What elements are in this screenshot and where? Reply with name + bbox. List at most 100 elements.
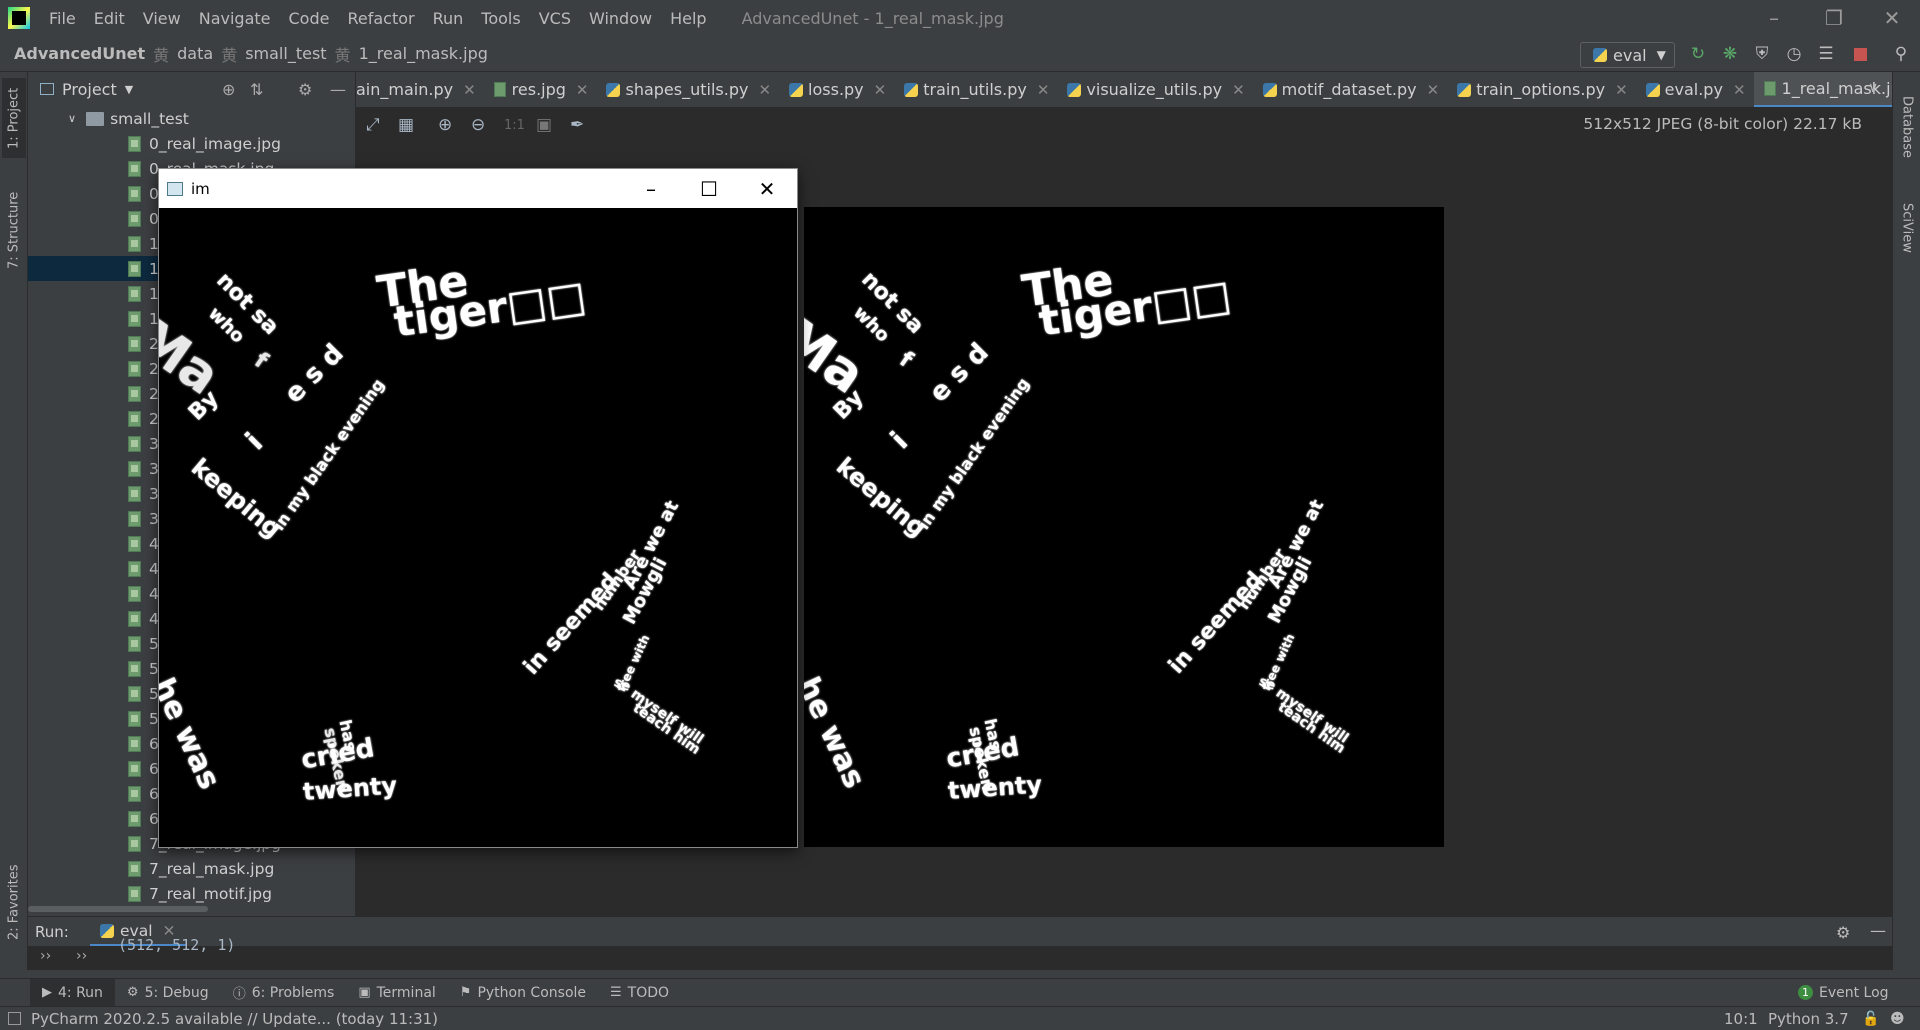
editor-tab[interactable]: ain_main.py ✕ — [356, 72, 484, 107]
caret-position[interactable]: 10:1 — [1724, 1010, 1758, 1028]
tree-file-label: 7_real_mask.jpg — [149, 859, 275, 878]
zoom-in-icon[interactable]: ⊕ — [438, 115, 452, 135]
close-tab-icon[interactable]: ✕ — [463, 81, 476, 99]
lock-icon[interactable]: 🔓 — [1862, 1011, 1879, 1027]
close-tab-icon[interactable]: ✕ — [874, 81, 887, 99]
gear-icon[interactable]: ⚙ — [298, 80, 312, 99]
editor-tab[interactable]: eval.py ✕ — [1636, 72, 1754, 107]
inspector-icon[interactable]: ☻ — [1890, 1011, 1905, 1027]
maximize-icon[interactable]: ☐ — [686, 173, 732, 205]
project-panel-title[interactable]: Project — [62, 80, 117, 99]
editor-tab[interactable]: visualize_utils.py ✕ — [1057, 72, 1252, 107]
close-tab-icon[interactable]: ✕ — [1733, 81, 1746, 99]
run-configuration-select[interactable]: eval ▼ — [1580, 42, 1675, 68]
breadcrumb-file[interactable]: 1_real_mask.jpg — [355, 44, 492, 63]
close-tab-icon[interactable]: ✕ — [758, 81, 771, 99]
editor-tab[interactable]: res.jpg ✕ — [484, 72, 597, 107]
editor-tab-label: visualize_utils.py — [1086, 80, 1223, 99]
menu-view[interactable]: View — [134, 9, 190, 28]
tool-tab-sciview[interactable]: SciView — [1895, 188, 1919, 268]
editor-tab[interactable]: train_options.py ✕ — [1447, 72, 1635, 107]
breadcrumb-project[interactable]: AdvancedUnet — [0, 44, 149, 63]
event-log-button[interactable]: 1 Event Log — [1798, 985, 1889, 1001]
image-file-icon — [128, 485, 141, 502]
python-interpreter[interactable]: Python 3.7 — [1768, 1010, 1849, 1028]
chevron-down-icon[interactable]: ∨ — [1868, 80, 1878, 96]
image-file-icon — [128, 885, 141, 902]
menu-vcs[interactable]: VCS — [530, 9, 580, 28]
prompt-left: ›› — [40, 948, 52, 964]
chevron-down-icon[interactable]: ▼ — [125, 83, 133, 96]
menu-run[interactable]: Run — [424, 9, 473, 28]
image-info: 512x512 JPEG (8-bit color) 22.17 kB — [1583, 115, 1862, 133]
minimize-window-icon[interactable]: – — [1746, 0, 1802, 36]
color-picker-icon[interactable]: ✒ — [570, 115, 584, 135]
search-icon[interactable]: ⚲ — [1890, 43, 1912, 65]
tool-window-button[interactable]: ▶ 4: Run — [30, 978, 115, 1007]
tool-window-button[interactable]: ▣ Terminal — [346, 979, 447, 1007]
image-file-icon — [128, 610, 141, 627]
close-tab-icon[interactable]: ✕ — [1232, 81, 1245, 99]
tool-tab-favorites[interactable]: 2: Favorites — [2, 862, 26, 942]
close-icon[interactable]: ✕ — [744, 173, 790, 205]
editor-tab-label: loss.py — [808, 80, 864, 99]
tool-window-button[interactable]: ⚑ Python Console — [448, 979, 598, 1007]
actual-size-button[interactable]: 1:1 — [504, 118, 525, 133]
close-tab-icon[interactable]: ✕ — [576, 81, 589, 99]
close-tab-icon[interactable]: ✕ — [1427, 81, 1440, 99]
debug-icon[interactable]: ❋ — [1719, 43, 1741, 65]
tree-file-item[interactable]: 7_real_motif.jpg — [28, 881, 355, 906]
locate-icon[interactable]: ⊕ — [222, 80, 235, 99]
breadcrumb-folder-small-test[interactable]: small_test — [241, 44, 330, 63]
run-configuration-label: eval — [1613, 45, 1647, 65]
mask-image: The tiger□□ not sa who Ma f e s d By i keeping in … — [804, 207, 1444, 847]
tool-tab-database[interactable]: Database — [1895, 82, 1919, 172]
minimize-icon[interactable]: – — [628, 173, 674, 205]
coverage-icon[interactable]: ⛨ — [1751, 43, 1773, 65]
editor-tab[interactable]: shapes_utils.py ✕ — [596, 72, 779, 107]
close-window-icon[interactable]: ✕ — [1864, 0, 1920, 36]
horizontal-scrollbar[interactable] — [28, 906, 208, 912]
run-lines-icon[interactable]: ☰ — [1815, 43, 1837, 65]
menu-edit[interactable]: Edit — [85, 9, 134, 28]
hide-icon[interactable]: — — [330, 80, 346, 99]
gear-icon[interactable]: ⚙ — [1836, 923, 1850, 942]
editor-tab-label: eval.py — [1664, 80, 1723, 99]
window-layout-icon[interactable] — [8, 1012, 21, 1025]
breadcrumb-folder-data[interactable]: data — [173, 44, 217, 63]
tool-window-button[interactable]: ⚙ 5: Debug — [115, 979, 221, 1007]
editor-tab[interactable]: train_utils.py ✕ — [894, 72, 1057, 107]
menu-help[interactable]: Help — [661, 9, 715, 28]
fit-zoom-icon[interactable]: ⤢ — [366, 115, 380, 135]
stop-icon[interactable] — [1849, 43, 1871, 65]
tree-folder-small-test[interactable]: ∨ small_test — [28, 106, 355, 131]
image-toolbar: ⤢ ▦ ⊕ ⊖ 1:1 ▣ ✒ 512x512 JPEG (8-bit colo… — [356, 108, 1892, 142]
tool-window-button[interactable]: ☰ TODO — [598, 979, 681, 1007]
close-tab-icon[interactable]: ✕ — [1615, 81, 1628, 99]
menu-navigate[interactable]: Navigate — [190, 9, 280, 28]
tool-window-button[interactable]: ⓘ 6: Problems — [221, 979, 347, 1007]
status-message[interactable]: PyCharm 2020.2.5 available // Update... … — [31, 1010, 438, 1028]
menu-window[interactable]: Window — [580, 9, 661, 28]
grid-icon[interactable]: ▦ — [398, 115, 414, 135]
rerun-icon[interactable]: ↻ — [1687, 43, 1709, 65]
menu-refactor[interactable]: Refactor — [338, 9, 423, 28]
tree-file-item[interactable]: 0_real_image.jpg — [28, 131, 355, 156]
editor-tab[interactable]: loss.py ✕ — [779, 72, 894, 107]
tree-file-item[interactable]: 7_real_mask.jpg — [28, 856, 355, 881]
collapse-all-icon[interactable]: ⇅ — [250, 80, 263, 99]
zoom-out-icon[interactable]: ⊖ — [471, 115, 485, 135]
background-icon[interactable]: ▣ — [536, 115, 552, 135]
chevron-down-icon: ∨ — [68, 112, 77, 125]
menu-tools[interactable]: Tools — [472, 9, 529, 28]
menu-file[interactable]: File — [40, 9, 85, 28]
tool-tab-structure[interactable]: 7: Structure — [2, 182, 26, 278]
hide-icon[interactable]: — — [1870, 921, 1886, 940]
restore-window-icon[interactable]: ❐ — [1806, 0, 1862, 36]
close-tab-icon[interactable]: ✕ — [1037, 81, 1050, 99]
menu-code[interactable]: Code — [280, 9, 339, 28]
editor-tab[interactable]: motif_dataset.py ✕ — [1253, 72, 1448, 107]
tool-tab-project[interactable]: 1: Project — [2, 78, 26, 158]
profile-icon[interactable]: ◷ — [1783, 43, 1805, 65]
left-tool-strip: 1: Project 7: Structure 2: Favorites — [0, 72, 28, 970]
